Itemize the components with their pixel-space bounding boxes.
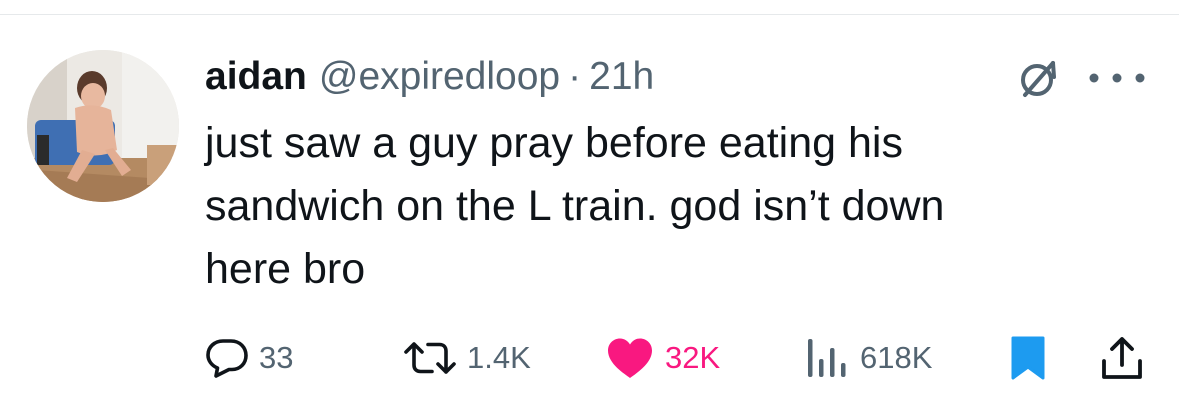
tweet-text: just saw a guy pray before eating his sa…	[205, 119, 945, 293]
repost-button[interactable]: 1.4K	[403, 333, 531, 383]
speech-bubble-icon	[206, 339, 248, 378]
timestamp[interactable]: 21h	[589, 55, 654, 99]
grok-slash-icon[interactable]	[1017, 57, 1061, 101]
reply-button[interactable]: 33	[205, 333, 293, 383]
bar-chart-icon	[808, 339, 846, 377]
avatar-photo	[27, 50, 179, 202]
action-bar: 33 1.4K 32K 618K	[0, 333, 1179, 383]
views-button[interactable]: 618K	[806, 333, 932, 383]
share-upload-icon	[1102, 337, 1142, 379]
repost-arrows-icon	[404, 342, 456, 374]
share-button[interactable]	[1100, 333, 1144, 383]
bookmark-filled-icon	[1011, 336, 1045, 380]
tweet-header: aidan @expiredloop · 21h	[205, 52, 654, 102]
display-name[interactable]: aidan	[205, 55, 307, 99]
like-count: 32K	[665, 340, 721, 375]
reply-count: 33	[259, 340, 294, 375]
avatar[interactable]	[27, 50, 179, 202]
more-dots-icon[interactable]	[1086, 70, 1148, 86]
separator-dot: ·	[568, 55, 582, 98]
bookmark-button[interactable]	[1010, 333, 1046, 383]
heart-filled-icon	[608, 338, 652, 378]
user-handle[interactable]: @expiredloop	[319, 55, 560, 99]
top-divider	[0, 14, 1179, 15]
views-count: 618K	[860, 340, 933, 375]
repost-count: 1.4K	[467, 340, 531, 375]
like-button[interactable]: 32K	[605, 333, 720, 383]
